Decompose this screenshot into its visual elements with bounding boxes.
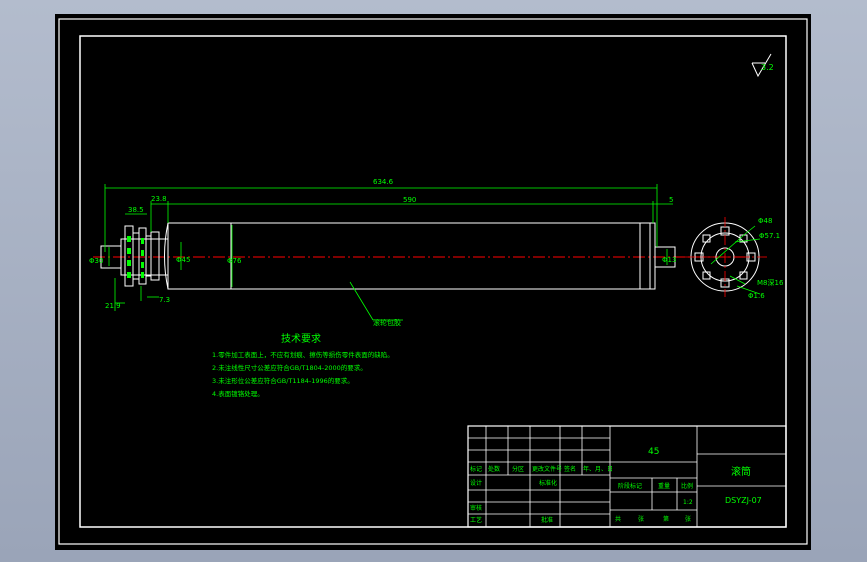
end-phi-small: Φ1.6 <box>748 292 765 300</box>
end-phi: Φ48 <box>758 217 772 225</box>
tb-header-6: 年、月、日 <box>583 465 613 473</box>
dim-overall-length: 634.6 <box>373 178 394 186</box>
dim-body-length: 590 <box>403 196 416 204</box>
roller-body <box>164 222 656 290</box>
dim-shaft-dia-left: Φ30 <box>89 257 103 265</box>
tb-standardize: 标准化 <box>539 479 557 487</box>
tb-review: 审核 <box>470 504 482 512</box>
end-view: Φ48 Φ57.1 M8深16 Φ1.6 <box>685 217 784 300</box>
outer-frame <box>58 18 808 545</box>
roughness-symbol: 3.2 <box>751 53 774 78</box>
tb-design: 设计 <box>470 479 482 487</box>
inner-frame <box>79 35 787 528</box>
cad-drawing-canvas[interactable]: 3.2 634.6 590 23.8 5 38.5 21.9 7.3 Φ30 Φ… <box>55 14 811 550</box>
leader-note: 滚轮包胶 <box>373 318 401 327</box>
tb-sheets-4: 张 <box>685 515 691 523</box>
dim-left-bottom-1: 21.9 <box>105 302 121 310</box>
dimension-lines <box>104 184 673 321</box>
tb-material: 45 <box>648 447 659 457</box>
tb-part-name: 滚筒 <box>731 465 751 478</box>
dim-body-dia: Φ76 <box>227 257 242 265</box>
dim-shaft-dia-right: Φ13 <box>662 256 676 264</box>
dim-left-bottom-2: 7.3 <box>159 296 170 304</box>
dim-right-offset: 5 <box>669 196 673 204</box>
dim-gear-width: 38.5 <box>128 206 144 214</box>
left-shaft-gear <box>100 225 169 287</box>
tb-approve: 批准 <box>541 516 553 524</box>
tb-sheets-2: 张 <box>638 515 644 523</box>
tb-scale: 1:2 <box>683 499 693 506</box>
tb-stage-mark: 阶段标记 <box>618 482 642 490</box>
roughness-value: 3.2 <box>761 63 774 72</box>
tb-weight: 重量 <box>658 482 670 490</box>
tb-header-1: 标记 <box>470 465 482 473</box>
tb-scale-label: 比例 <box>681 482 693 490</box>
dimension-text: 634.6 590 23.8 5 38.5 21.9 7.3 Φ30 Φ76 Φ… <box>89 178 676 327</box>
end-note: M8深16 <box>757 278 784 287</box>
tb-header-2: 处数 <box>488 465 500 473</box>
tb-sheets-1: 共 <box>615 515 621 523</box>
tb-header-5: 签名 <box>564 465 576 473</box>
tech-req-1: 1.零件加工表面上，不应有划痕、擦伤等损伤零件表面的缺陷。 <box>212 350 394 359</box>
tb-drawing-no: DSYZJ-07 <box>725 496 762 505</box>
dim-bore-dia: Φ45 <box>176 256 190 264</box>
tb-process: 工艺 <box>470 516 482 524</box>
tb-sheets-3: 第 <box>663 515 669 523</box>
tech-req-3: 3.未注形位公差应符合GB/T1184-1996的要求。 <box>212 376 354 385</box>
dim-left-offset: 23.8 <box>151 195 167 203</box>
tech-req-4: 4.表面镀铬处理。 <box>212 389 264 398</box>
application-viewport: 3.2 634.6 590 23.8 5 38.5 21.9 7.3 Φ30 Φ… <box>0 0 867 562</box>
tb-header-4: 更改文件号 <box>532 465 562 473</box>
tb-header-3: 分区 <box>512 465 524 473</box>
drawing-svg: 3.2 634.6 590 23.8 5 38.5 21.9 7.3 Φ30 Φ… <box>58 18 808 545</box>
tech-requirements: 1.零件加工表面上，不应有划痕、擦伤等损伤零件表面的缺陷。 2.未注线性尺寸公差… <box>212 350 394 398</box>
end-phi-ring: Φ57.1 <box>759 232 780 240</box>
tech-req-2: 2.未注线性尺寸公差应符合GB/T1804-2000的要求。 <box>212 363 367 372</box>
tech-title: 技术要求 <box>281 332 321 345</box>
title-block-text: 标记 处数 分区 更改文件号 签名 年、月、日 设计 标准化 审核 工艺 批准 … <box>470 465 693 524</box>
